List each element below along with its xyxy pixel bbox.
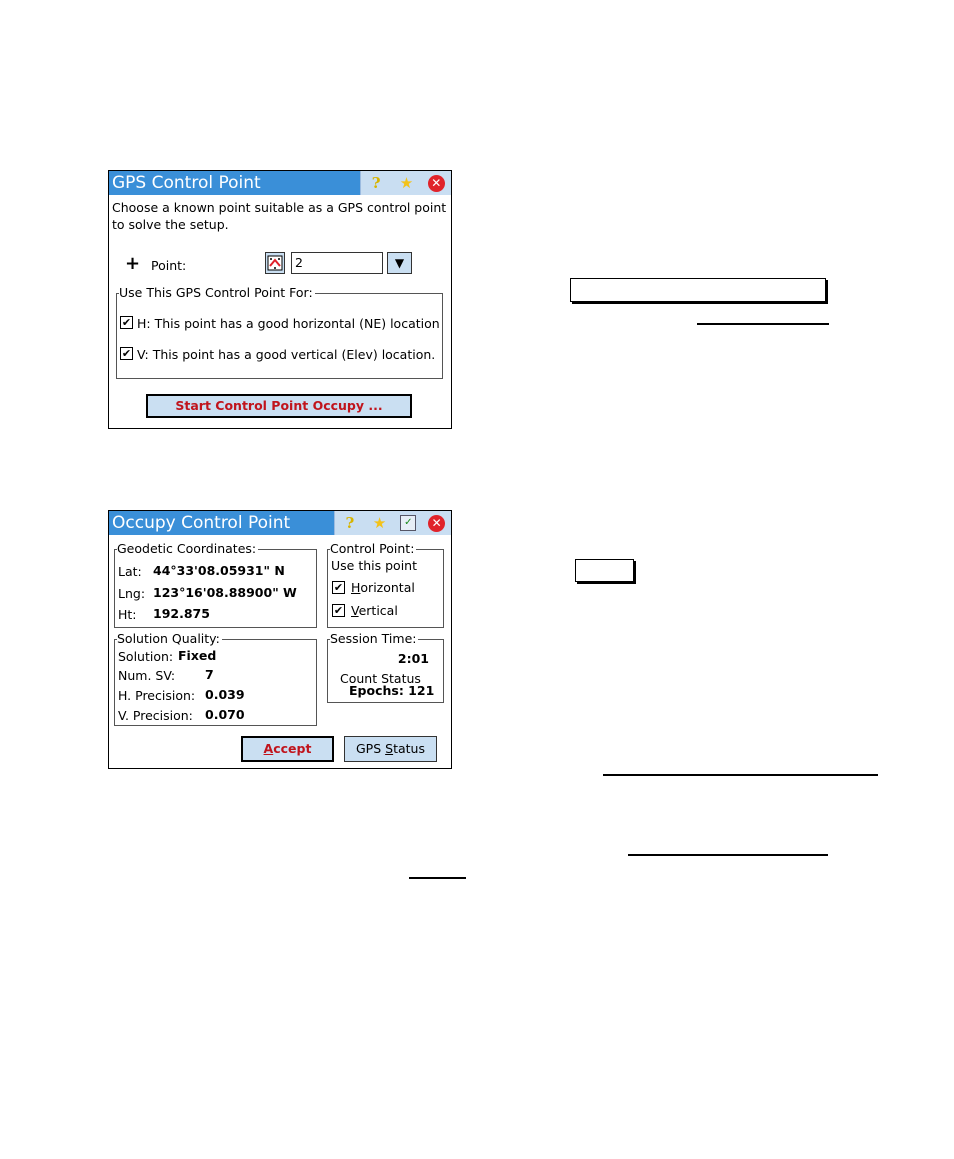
solution-quality-label: Solution Quality: [117, 631, 222, 646]
vertical-option-label: V: This point has a good vertical (Elev)… [137, 347, 436, 362]
favorites-star-icon[interactable]: ★ [397, 174, 415, 192]
check-icon: ✔ [333, 581, 344, 594]
blank-field-box [570, 278, 826, 302]
use-this-point-label: Use this point [331, 558, 417, 573]
accept-button[interactable]: Accept [241, 736, 334, 762]
session-time-label: Session Time: [330, 631, 419, 646]
checklist-icon[interactable]: ✓ [400, 515, 417, 531]
epochs-value: Epochs: 121 [349, 683, 435, 698]
lng-value: 123°16'08.88900" W [153, 585, 297, 600]
title-bar-icons: ? ★ ✓ ✕ [334, 511, 451, 535]
instructions-line-2: to solve the setup. [112, 217, 229, 232]
title-bar-icons: ? ★ ✕ [360, 171, 451, 195]
close-icon[interactable]: ✕ [428, 514, 446, 532]
gps-status-button[interactable]: GPS Status [344, 736, 437, 762]
instructions-line-1: Choose a known point suitable as a GPS c… [112, 200, 447, 215]
v-precision-value: 0.070 [205, 707, 245, 722]
favorites-star-icon[interactable]: ★ [371, 514, 389, 532]
chevron-down-icon: ▼ [394, 256, 405, 270]
occupy-control-point-window: Occupy Control Point ? ★ ✓ ✕ Geodetic Co… [108, 510, 452, 769]
lat-value: 44°33'08.05931" N [153, 563, 285, 578]
horizontal-option-label: H: This point has a good horizontal (NE)… [137, 316, 440, 331]
horizontal-checkbox[interactable]: ✔ [120, 316, 133, 329]
title-bar: Occupy Control Point ? ★ ✓ ✕ [109, 511, 451, 535]
blank-field-box-small [575, 559, 634, 582]
point-label: Point: [151, 258, 187, 273]
map-point-icon [267, 255, 283, 271]
num-sv-value: 7 [205, 667, 214, 682]
check-icon: ✔ [121, 347, 132, 360]
vertical-checkbox[interactable]: ✔ [120, 347, 133, 360]
blank-underline [697, 323, 829, 325]
vertical-checkbox[interactable]: ✔ [332, 604, 345, 617]
ht-label: Ht: [118, 607, 137, 622]
title-bar: GPS Control Point ? ★ ✕ [109, 171, 451, 195]
map-select-button[interactable] [265, 252, 285, 274]
help-icon[interactable]: ? [341, 514, 359, 532]
horizontal-label: Horizontal [351, 580, 415, 595]
control-point-label: Control Point: [330, 541, 417, 556]
start-occupy-button[interactable]: Start Control Point Occupy ... [146, 394, 412, 418]
point-input-value: 2 [295, 255, 303, 270]
blank-underline [409, 877, 466, 879]
window-title: GPS Control Point [112, 173, 261, 193]
check-icon: ✔ [121, 316, 132, 329]
point-input[interactable]: 2 [291, 252, 383, 274]
control-point-group: Control Point: Use this point ✔ Horizont… [327, 541, 444, 628]
session-time-value: 2:01 [397, 651, 429, 666]
geodetic-coordinates-group: Geodetic Coordinates: Lat: 44°33'08.0593… [114, 541, 317, 628]
v-precision-label: V. Precision: [118, 708, 193, 723]
use-for-group: Use This GPS Control Point For: ✔ H: Thi… [116, 285, 443, 379]
h-precision-label: H. Precision: [118, 688, 196, 703]
horizontal-checkbox[interactable]: ✔ [332, 581, 345, 594]
h-precision-value: 0.039 [205, 687, 245, 702]
help-icon[interactable]: ? [367, 174, 385, 192]
blank-underline [628, 854, 828, 856]
vertical-label: Vertical [351, 603, 398, 618]
close-icon[interactable]: ✕ [427, 174, 445, 192]
blank-underline [603, 774, 878, 776]
window-title: Occupy Control Point [112, 513, 291, 533]
add-point-icon[interactable]: + [125, 253, 140, 274]
point-dropdown-button[interactable]: ▼ [387, 252, 412, 274]
use-for-group-label: Use This GPS Control Point For: [119, 285, 315, 300]
solution-value: Fixed [178, 648, 217, 663]
check-icon: ✔ [333, 604, 344, 617]
session-time-group: Session Time: 2:01 Count Status Epochs: … [327, 631, 444, 703]
geodetic-coordinates-label: Geodetic Coordinates: [117, 541, 259, 556]
num-sv-label: Num. SV: [118, 668, 176, 683]
solution-quality-group: Solution Quality: Solution: Fixed Num. S… [114, 631, 317, 726]
solution-label: Solution: [118, 649, 174, 664]
lat-label: Lat: [118, 564, 142, 579]
lng-label: Lng: [118, 586, 146, 601]
ht-value: 192.875 [153, 606, 210, 621]
gps-control-point-window: GPS Control Point ? ★ ✕ Choose a known p… [108, 170, 452, 429]
